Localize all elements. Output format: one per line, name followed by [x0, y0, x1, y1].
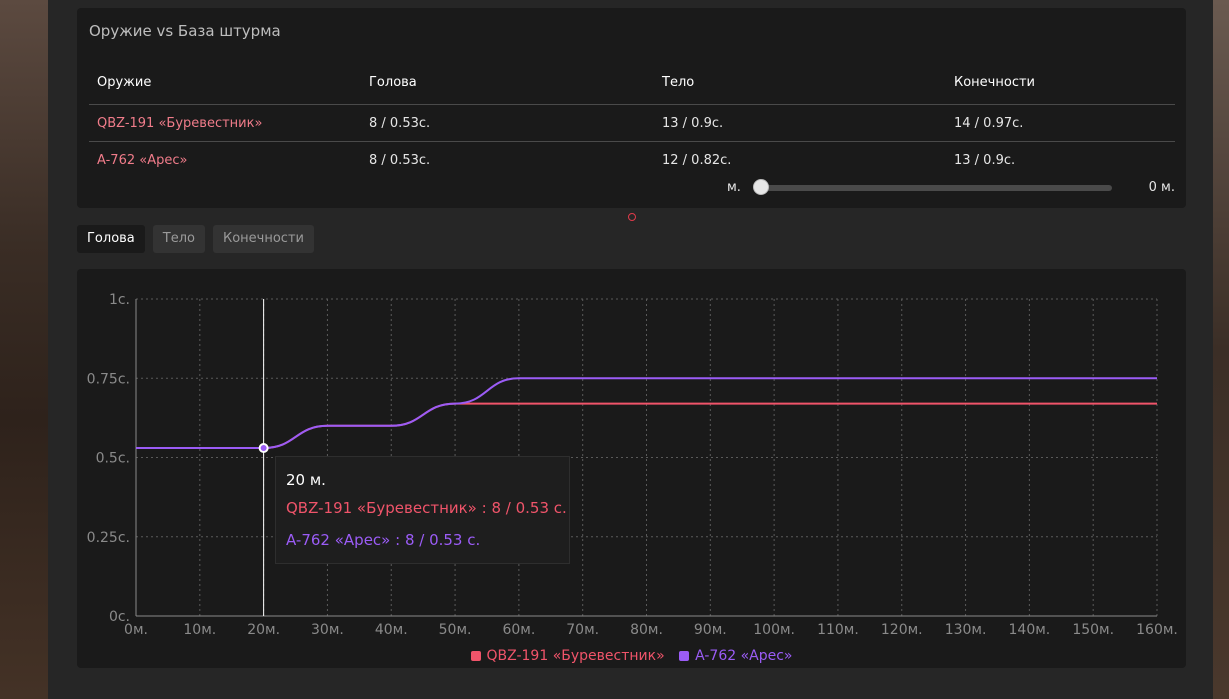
header-body: Тело — [654, 60, 946, 105]
tooltip-series-2: A-762 «Арес» : 8 / 0.53 с. — [286, 531, 481, 549]
ttk-line-chart[interactable]: 0м. 10м. 20м. 30м. 40м. 50м. 60м. 70м. 80м. 90м. 1… — [77, 269, 1186, 668]
background-right — [1213, 0, 1229, 699]
header-limbs: Конечности — [946, 60, 1175, 105]
body-value: 12 / 0.82с. — [662, 152, 732, 168]
body-value: 13 / 0.9с. — [654, 104, 946, 142]
x-tick-label: 60м. — [502, 622, 535, 638]
y-tick-label: 0с. — [109, 609, 130, 625]
x-tick-label: 70м. — [566, 622, 599, 638]
legend-swatch-icon — [679, 651, 690, 661]
slider-value: 0 м. — [1148, 180, 1175, 195]
tooltip-title: 20 м. — [286, 471, 326, 489]
head-value: 8 / 0.53с. — [361, 104, 654, 142]
chart-tooltip: 20 м. QBZ-191 «Буревестник» : 8 / 0.53 с… — [275, 456, 570, 564]
x-tick-label: 100м. — [753, 622, 795, 638]
comparison-panel: Оружие vs База штурма Оружие Голова Тело… — [77, 8, 1186, 208]
legend-label: A-762 «Арес» — [695, 648, 793, 664]
weapon-link[interactable]: A-762 «Арес» — [89, 142, 361, 179]
chart-legend: QBZ-191 «Буревестник» A-762 «Арес» — [77, 648, 1186, 665]
table-row: A-762 «Арес» 8 / 0.53с. 12 / 0.82с. 13 /… — [89, 142, 1175, 179]
x-tick-label: 20м. — [247, 622, 280, 638]
comparison-table: Оружие Голова Тело Конечности QBZ-191 «Б… — [89, 60, 1175, 178]
y-tick-label: 0.5с. — [96, 451, 130, 467]
slider-unit-label: м. — [727, 180, 741, 195]
y-tick-label: 0.75с. — [87, 371, 130, 387]
x-tick-label: 30м. — [311, 622, 344, 638]
limbs-value: 14 / 0.97с. — [946, 104, 1175, 142]
legend-item-ares[interactable]: A-762 «Арес» — [679, 648, 793, 664]
tab-head[interactable]: Голова — [77, 225, 145, 253]
tooltip-series-1: QBZ-191 «Буревестник» : 8 / 0.53 с. — [286, 499, 567, 517]
distance-slider-track[interactable] — [762, 185, 1112, 191]
head-value: 8 / 0.53с. — [369, 152, 431, 168]
x-tick-label: 90м. — [694, 622, 727, 638]
x-tick-label: 110м. — [817, 622, 859, 638]
x-tick-label: 160м. — [1136, 622, 1178, 638]
loading-indicator-icon — [628, 213, 636, 221]
header-head: Голова — [361, 60, 654, 105]
tab-body[interactable]: Тело — [152, 225, 205, 253]
distance-slider-thumb[interactable] — [753, 179, 769, 195]
hover-point-marker — [258, 442, 269, 453]
main-content: Оружие vs База штурма Оружие Голова Тело… — [48, 0, 1213, 699]
series-line-2 — [136, 377, 1157, 449]
table-header-row: Оружие Голова Тело Конечности — [89, 60, 1175, 105]
hit-zone-tabs: Голова Тело Конечности — [77, 225, 314, 253]
x-tick-label: 130м. — [945, 622, 987, 638]
y-tick-label: 1с. — [109, 292, 130, 308]
weapon-link[interactable]: QBZ-191 «Буревестник» — [89, 104, 361, 142]
x-tick-label: 50м. — [439, 622, 472, 638]
x-tick-label: 40м. — [375, 622, 408, 638]
table-row: QBZ-191 «Буревестник» 8 / 0.53с. 13 / 0.… — [89, 104, 1175, 142]
chart-panel: 0м. 10м. 20м. 30м. 40м. 50м. 60м. 70м. 80м. 90м. 1… — [77, 269, 1186, 668]
header-weapon: Оружие — [89, 60, 361, 105]
panel-title: Оружие vs База штурма — [89, 22, 281, 40]
tab-limbs[interactable]: Конечности — [212, 225, 314, 253]
x-tick-label: 150м. — [1072, 622, 1114, 638]
x-tick-label: 80м. — [630, 622, 663, 638]
legend-item-qbz[interactable]: QBZ-191 «Буревестник» — [470, 648, 665, 664]
background-left — [0, 0, 48, 699]
legend-label: QBZ-191 «Буревестник» — [486, 648, 665, 664]
limbs-value: 13 / 0.9с. — [954, 152, 1016, 168]
x-tick-label: 120м. — [881, 622, 923, 638]
y-tick-label: 0.25с. — [87, 530, 130, 546]
x-tick-label: 10м. — [183, 622, 216, 638]
legend-swatch-icon — [470, 651, 481, 661]
x-tick-label: 140м. — [1009, 622, 1051, 638]
